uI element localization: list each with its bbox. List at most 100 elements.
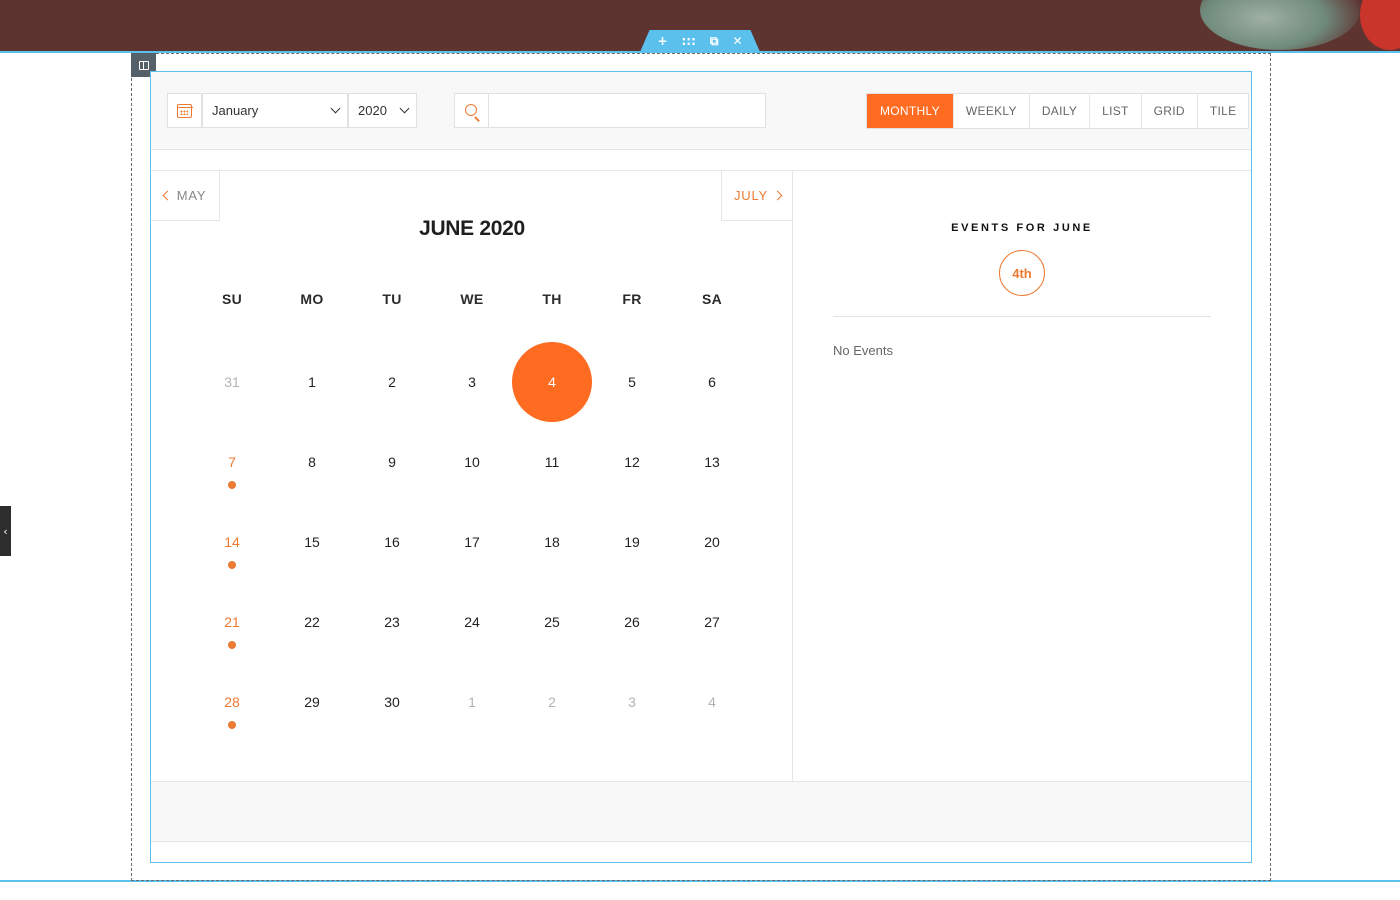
day-cell[interactable]: 14 [192,502,272,582]
day-cell[interactable]: 5 [592,342,672,422]
panel-toggle-button[interactable]: ‹ [0,506,11,556]
day-cell[interactable]: 16 [352,502,432,582]
search-icon [464,103,477,116]
divider [833,316,1211,317]
day-number: 7 [228,454,236,470]
day-number: 19 [624,534,640,550]
hero-image [1200,0,1360,50]
prev-month-label: MAY [176,188,207,203]
day-cell[interactable]: 17 [432,502,512,582]
day-cell[interactable]: 3 [432,342,512,422]
tab-tile[interactable]: TILE [1196,94,1249,128]
day-number: 31 [224,374,240,390]
day-cell-today[interactable]: 4 [512,342,592,422]
chevron-down-icon [330,103,341,114]
weekday-label: SA [701,291,723,307]
events-panel: EVENTS FOR JUNE 4th No Events [793,171,1251,782]
year-select-value: 2020 [358,103,387,118]
next-month-button[interactable]: JULY [721,171,793,221]
tab-daily[interactable]: DAILY [1028,94,1089,128]
day-number: 12 [624,454,640,470]
day-number: 16 [384,534,400,550]
day-cell[interactable]: 1 [432,662,512,742]
day-cell[interactable]: 15 [272,502,352,582]
day-number: 23 [384,614,400,630]
day-cell[interactable]: 4 [672,662,752,742]
day-cell[interactable]: 9 [352,422,432,502]
day-cell[interactable]: 2 [512,662,592,742]
duplicate-icon[interactable]: ⧉ [710,35,719,47]
day-cell[interactable]: 10 [432,422,512,502]
day-cell[interactable]: 22 [272,582,352,662]
day-cell[interactable]: 12 [592,422,672,502]
day-cell[interactable]: 20 [672,502,752,582]
next-month-label: JULY [733,188,769,203]
month-select-value: January [212,103,259,118]
day-cell[interactable]: 11 [512,422,592,502]
day-cell[interactable]: 18 [512,502,592,582]
day-cell[interactable]: 8 [272,422,352,502]
event-dot-icon [228,641,236,649]
day-cell[interactable]: 31 [192,342,272,422]
view-tabs: MONTHLY WEEKLY DAILY LIST GRID TILE [866,93,1250,129]
day-cell[interactable]: 24 [432,582,512,662]
tab-weekly[interactable]: WEEKLY [952,94,1029,128]
day-number: 15 [304,534,320,550]
day-number: 10 [464,454,480,470]
calendar-icon [176,103,193,118]
day-number: 3 [628,694,636,710]
event-dot-icon [228,481,236,489]
plus-icon[interactable]: + [657,35,667,47]
calendar-body: MAY JULY JUNE 2020 SU MO TU WE TH FR SA … [151,170,1251,782]
tab-list[interactable]: LIST [1089,94,1141,128]
day-number: 3 [468,374,476,390]
drag-handle-icon[interactable]: ::: [682,35,696,47]
prev-month-button[interactable]: MAY [151,171,220,221]
day-number: 4 [708,694,716,710]
calendar-footer [151,781,1251,842]
day-cell[interactable]: 7 [192,422,272,502]
day-number: 29 [304,694,320,710]
weekday-header: SU MO TU WE TH FR SA [192,291,752,307]
day-number: 4 [512,342,592,422]
selected-day-badge: 4th [999,250,1045,296]
day-number: 2 [548,694,556,710]
date-picker-button[interactable] [167,93,202,128]
day-cell[interactable]: 6 [672,342,752,422]
day-number: 27 [704,614,720,630]
day-cell[interactable]: 26 [592,582,672,662]
day-cell[interactable]: 13 [672,422,752,502]
day-cell[interactable]: 21 [192,582,272,662]
tab-grid[interactable]: GRID [1140,94,1197,128]
tab-monthly[interactable]: MONTHLY [867,94,953,128]
column-layout-icon [138,60,149,70]
day-number: 13 [704,454,720,470]
day-cell[interactable]: 3 [592,662,672,742]
chevron-right-icon [772,190,783,201]
day-cell[interactable]: 28 [192,662,272,742]
search-button[interactable] [454,93,489,128]
day-cell[interactable]: 23 [352,582,432,662]
close-icon[interactable]: ✕ [732,35,742,47]
day-number: 22 [304,614,320,630]
events-panel-title: EVENTS FOR JUNE [951,222,1093,234]
day-cell[interactable]: 27 [672,582,752,662]
day-cell[interactable]: 1 [272,342,352,422]
weekday-label: TU [382,291,402,307]
weekday-label: MO [300,291,324,307]
event-dot-icon [228,721,236,729]
day-cell[interactable]: 2 [352,342,432,422]
day-cell[interactable]: 29 [272,662,352,742]
day-cell[interactable]: 19 [592,502,672,582]
chevron-left-icon [162,190,173,201]
day-number: 25 [544,614,560,630]
search-input[interactable] [489,93,766,128]
day-cell[interactable]: 30 [352,662,432,742]
day-cell[interactable]: 25 [512,582,592,662]
month-select[interactable]: January [202,93,348,128]
year-select[interactable]: 2020 [348,93,417,128]
day-number: 6 [708,374,716,390]
day-number: 14 [224,534,240,550]
day-number: 28 [224,694,240,710]
hero-image-accent [1360,0,1400,50]
